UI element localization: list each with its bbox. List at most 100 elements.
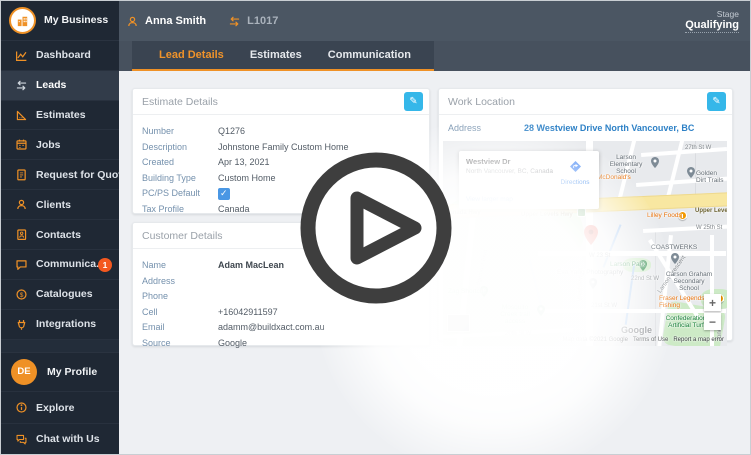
estimate-details-title: Estimate Details <box>142 95 218 108</box>
catalogues-dollar-icon: $ <box>14 287 28 301</box>
map-road-w23 <box>538 251 726 256</box>
map-road <box>641 147 727 157</box>
work-address-link[interactable]: 28 Westview Drive North Vancouver, BC <box>524 123 694 133</box>
estimate-number: Q1276 <box>218 126 246 136</box>
directions-icon <box>569 161 581 172</box>
sidebar: My Business Dashboard Leads Estimates Jo… <box>1 1 133 454</box>
street-label: W 25th St <box>696 225 723 231</box>
estimate-created: Apr 13, 2021 <box>218 157 270 167</box>
sidebar-item-request-for-quotes[interactable]: Request for Quotes <box>1 160 133 191</box>
map-attribution: Map data ©2021 Google Terms of Use Repor… <box>563 337 725 343</box>
view-larger-map-link[interactable]: View larger map <box>466 196 513 203</box>
integrations-plug-icon <box>14 317 28 331</box>
customer-source: Google <box>218 337 248 348</box>
swap-arrows-icon <box>229 16 240 26</box>
sidebar-item-dashboard[interactable]: Dashboard <box>1 41 119 71</box>
user-icon <box>128 16 137 26</box>
estimates-setsquare-icon <box>14 108 28 122</box>
dashboard-icon <box>14 48 28 62</box>
street-label: 21st St W <box>591 303 618 309</box>
customer-details-title: Customer Details <box>142 229 223 242</box>
tab-bar: Lead Details Estimates Communication <box>119 41 750 71</box>
map-zoom-out-button[interactable]: − <box>704 313 721 330</box>
tab-lead-details[interactable]: Lead Details <box>146 41 237 69</box>
lead-id: L1017 <box>247 15 279 27</box>
lead-chip[interactable]: L1017 <box>228 15 278 28</box>
directions-button[interactable]: Directions <box>557 159 593 186</box>
stage-selector[interactable]: Stage Qualifying <box>685 9 739 33</box>
trail-pin-icon <box>687 167 695 178</box>
park-pin-icon <box>537 305 545 316</box>
poi-label: Mosquito Creek trail access <box>500 304 530 325</box>
customer-name: Adam MacLean <box>218 260 285 270</box>
user-name: Anna Smith <box>145 15 207 27</box>
poi-label: Golden Dirt Trails <box>696 170 724 184</box>
poi-label: Larson Park <box>610 261 646 268</box>
estimate-tax-profile: Canada <box>218 203 250 214</box>
sidebar-item-explore[interactable]: Explore <box>1 392 119 425</box>
street-label: 27th St W <box>685 145 712 151</box>
rfq-document-icon <box>14 168 28 182</box>
brand-label: My Business <box>44 14 109 27</box>
estimate-edit-button[interactable]: ✎ <box>404 92 423 111</box>
map-data-credit: Map data ©2021 Google <box>562 337 628 343</box>
video-play-button[interactable] <box>291 143 461 313</box>
notification-badge: 1 <box>98 257 112 272</box>
profile-avatar: DE <box>11 358 37 385</box>
clients-person-icon <box>14 198 28 212</box>
street-label: 22nd St W <box>631 276 660 282</box>
sidebar-divider <box>1 339 119 353</box>
map-info-window: Westview Dr North Vancouver, BC, Canada … <box>459 151 599 209</box>
info-window-subtitle: North Vancouver, BC, Canada <box>466 168 553 175</box>
sidebar-item-catalogues[interactable]: $ Catalogues <box>1 280 119 310</box>
estimate-building-type: Custom Home <box>218 172 276 183</box>
chat-with-us-icon <box>14 432 28 446</box>
sidebar-item-contacts[interactable]: Contacts <box>1 220 119 250</box>
jobs-calendar-icon <box>14 138 28 152</box>
work-location-panel: Work Location ✎ Address 28 Westview Driv… <box>438 88 733 346</box>
poi-label: Larson Elementary School <box>609 154 643 175</box>
poi-label: Lilley Foods <box>647 212 682 219</box>
customer-email: adamm@buildxact.com.au <box>218 322 325 332</box>
work-location-edit-button[interactable]: ✎ <box>707 92 726 111</box>
location-marker-icon[interactable] <box>584 225 598 245</box>
street-label: W 23 St <box>589 253 611 259</box>
map-zoom-in-button[interactable]: + <box>704 294 721 311</box>
poi-pin-icon <box>671 253 679 264</box>
pencil-icon: ✎ <box>409 96 418 107</box>
google-logo: Google <box>621 325 652 335</box>
sidebar-item-my-profile[interactable]: DE My Profile <box>1 353 119 393</box>
sidebar-item-jobs[interactable]: Jobs <box>1 130 119 161</box>
brand[interactable]: My Business <box>1 1 119 41</box>
google-map[interactable]: 27th St W Canada Hwy Upper Levels Hwy Up… <box>443 141 727 346</box>
contacts-book-icon <box>14 228 28 242</box>
sidebar-item-leads[interactable]: Leads <box>1 70 119 101</box>
poi-label: McDonald's <box>597 174 631 181</box>
tab-estimates[interactable]: Estimates <box>237 41 315 69</box>
terms-of-use-link[interactable]: Terms of Use <box>633 337 668 343</box>
sidebar-item-chat-with-us[interactable]: Chat with Us <box>1 424 119 454</box>
sidebar-item-estimates[interactable]: Estimates <box>1 101 119 131</box>
stage-label: Stage <box>716 9 739 19</box>
sidebar-item-clients[interactable]: Clients <box>1 190 119 221</box>
street-view-thumbnail[interactable] <box>447 314 470 332</box>
explore-info-icon <box>14 401 28 415</box>
poi-pin-icon <box>589 278 597 289</box>
user-chip[interactable]: Anna Smith <box>126 15 206 28</box>
street-label: 20th St W <box>505 331 532 337</box>
app-window: My Business Dashboard Leads Estimates Jo… <box>0 0 751 455</box>
customer-cell: +16042911597 <box>218 306 278 317</box>
leads-swap-icon <box>14 78 28 92</box>
highway-shield-icon <box>577 208 586 217</box>
street-label: Upper Levels <box>695 208 727 214</box>
street-label: Upper Levels Hwy <box>521 212 573 218</box>
report-map-error-link[interactable]: Report a map error <box>673 337 724 343</box>
poi-label: Confederation Artificial Turf <box>665 315 707 329</box>
tab-communication[interactable]: Communication <box>315 41 424 69</box>
pencil-icon: ✎ <box>712 96 721 107</box>
sidebar-item-integrations[interactable]: Integrations <box>1 310 119 340</box>
pcps-default-checkbox[interactable] <box>218 188 230 200</box>
poi-label: Carson Graham Secondary School <box>665 271 713 292</box>
sidebar-item-communication[interactable]: Communica... 1 <box>1 250 119 280</box>
svg-text:$: $ <box>19 292 23 299</box>
